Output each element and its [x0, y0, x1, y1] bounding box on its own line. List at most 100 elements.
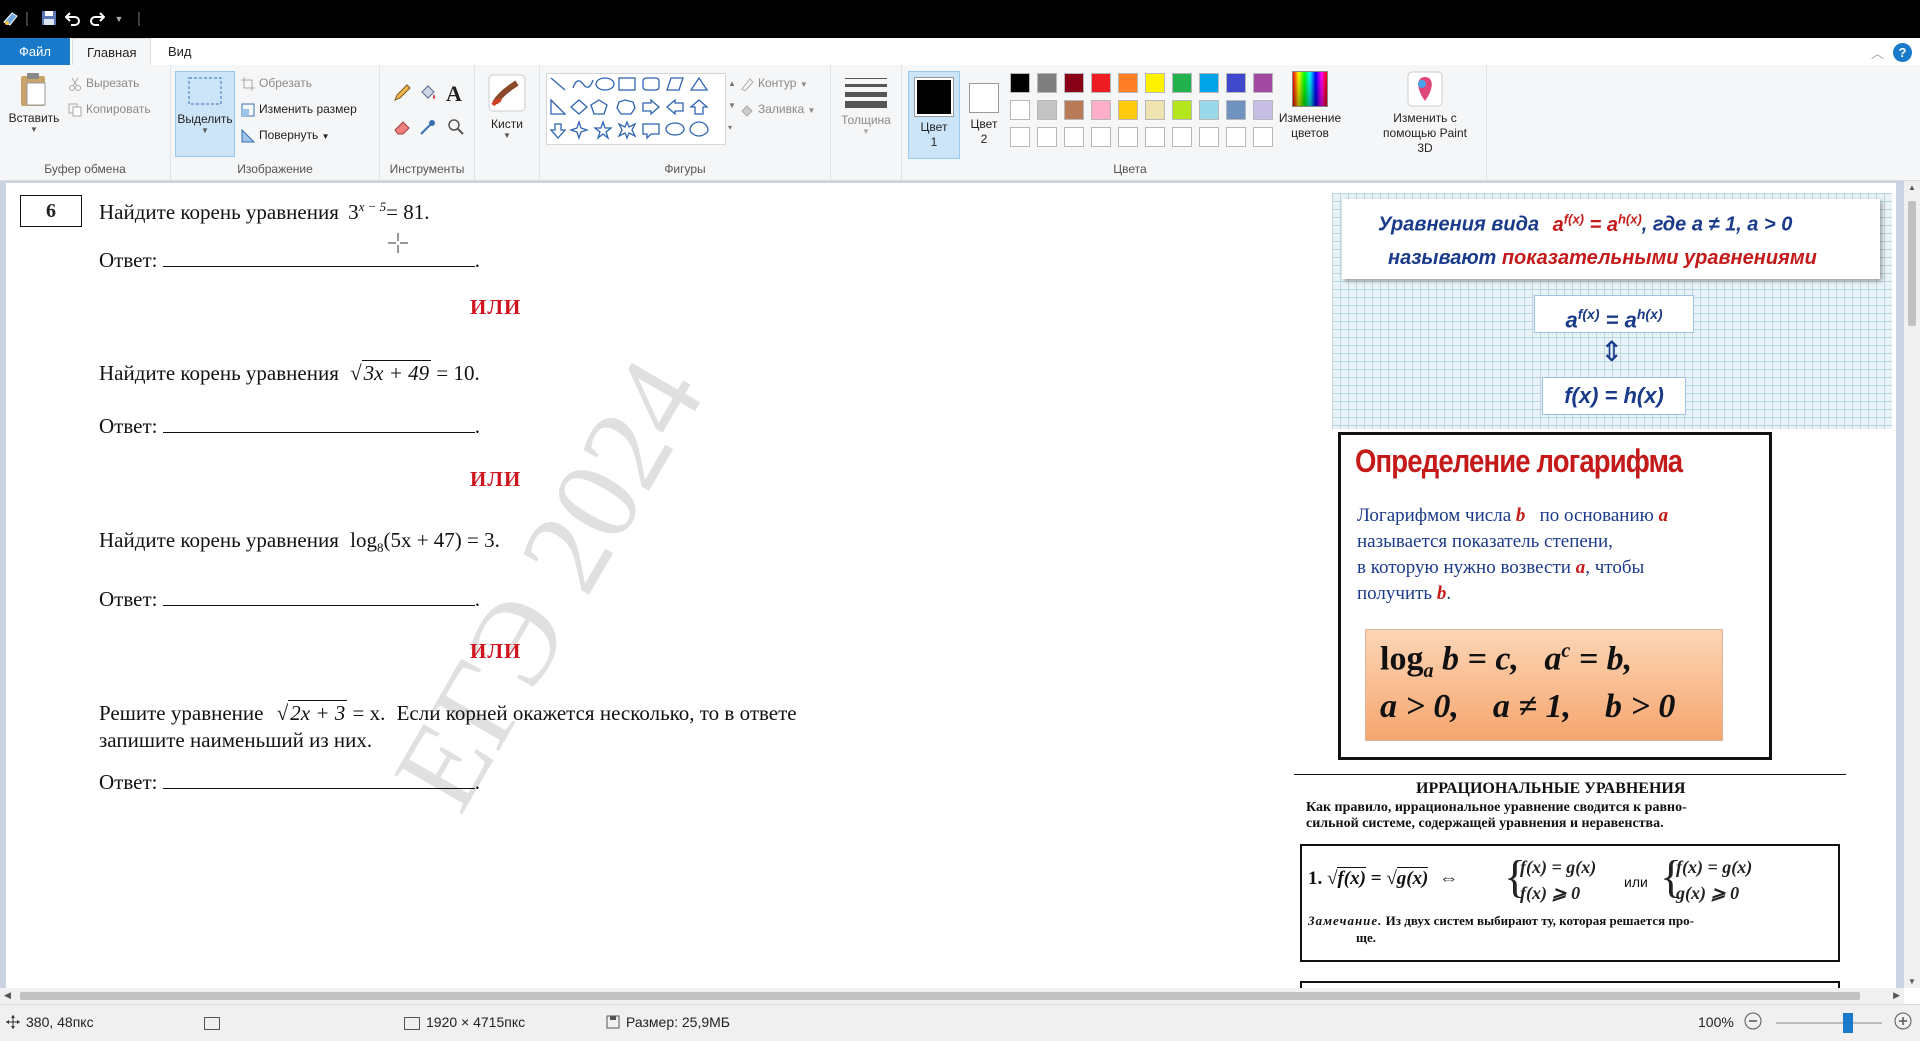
thickness-button[interactable]: Толщина ▼ — [837, 75, 895, 136]
redo-icon[interactable] — [88, 10, 106, 28]
logarithm-panel: Определение логарифма Логарифмом числа b… — [1338, 432, 1772, 760]
title-bar: | ▼ | — [0, 0, 1920, 38]
fill-bucket-icon[interactable] — [418, 83, 438, 106]
eraser-icon[interactable] — [392, 117, 412, 140]
paste-label: Вставить — [8, 111, 60, 125]
scroll-left-icon[interactable]: ◀ — [4, 990, 11, 1001]
shapes-gallery[interactable] — [546, 73, 726, 145]
tab-home[interactable]: Главная — [72, 38, 152, 66]
paint-app-icon[interactable] — [2, 10, 20, 28]
palette-swatch[interactable] — [1253, 100, 1273, 120]
color-picker-icon[interactable] — [418, 117, 438, 140]
selection-size — [204, 1014, 220, 1030]
palette-swatch[interactable] — [1199, 100, 1219, 120]
help-icon[interactable]: ? — [1893, 43, 1912, 62]
question-4: Решите уравнение √2x + 3 = x. Если корне… — [99, 700, 797, 725]
irrational-or: или — [1624, 874, 1648, 890]
scroll-up-icon[interactable]: ▲ — [1908, 183, 1916, 192]
palette-swatch[interactable] — [1091, 100, 1111, 120]
paint3d-button[interactable]: Изменить с помощью Paint 3D — [1368, 71, 1482, 156]
collapse-ribbon-icon[interactable]: ︿ — [1871, 43, 1884, 62]
color1-button[interactable]: Цвет 1 — [908, 71, 960, 159]
palette-swatch[interactable] — [1064, 73, 1084, 93]
scroll-right-icon[interactable]: ▶ — [1893, 990, 1900, 1001]
horizontal-scroll-thumb[interactable] — [20, 992, 1860, 1000]
palette-swatch[interactable] — [1037, 73, 1057, 93]
palette-swatch[interactable] — [1010, 100, 1030, 120]
exponential-title-line-2: называют показательными уравнениями — [1388, 247, 1817, 269]
palette-swatch[interactable] — [1091, 127, 1111, 147]
crop-button[interactable]: Обрезать — [241, 73, 312, 93]
quick-access-dropdown-icon[interactable]: ▼ — [114, 10, 124, 28]
palette-swatch[interactable] — [1172, 127, 1192, 147]
palette-swatch[interactable] — [1010, 73, 1030, 93]
palette-swatch[interactable] — [1253, 127, 1273, 147]
double-arrow-icon: ⇕ — [1600, 336, 1624, 367]
palette-swatch[interactable] — [1118, 100, 1138, 120]
scissors-icon — [68, 77, 82, 91]
pencil-icon[interactable] — [392, 83, 412, 106]
palette-swatch[interactable] — [1145, 127, 1165, 147]
palette-swatch[interactable] — [1064, 127, 1084, 147]
undo-icon[interactable] — [64, 10, 82, 28]
zoom-slider[interactable] — [1776, 1013, 1882, 1033]
save-icon[interactable] — [40, 10, 58, 28]
zoom-slider-thumb[interactable] — [1843, 1013, 1854, 1033]
logarithm-title: Определение логарифма — [1355, 443, 1683, 479]
palette-swatch[interactable] — [1199, 73, 1219, 93]
ribbon-tabs: Файл Главная Вид — [0, 38, 1920, 66]
vertical-scrollbar[interactable]: ▲ ▼ — [1904, 181, 1920, 988]
palette-swatch[interactable] — [1118, 73, 1138, 93]
answer-3: Ответ: . — [99, 587, 480, 611]
irrational-rule-box: 1. √f(x) = √g(x) ⇔ { f(x) = g(x) f(x) ⩾ 0… — [1300, 844, 1840, 962]
horizontal-scrollbar[interactable]: ◀ ▶ — [0, 988, 1904, 1004]
palette-swatch[interactable] — [1145, 100, 1165, 120]
select-button[interactable]: Выделить ▼ — [175, 71, 235, 157]
cut-button[interactable]: Вырезать — [68, 73, 139, 93]
magnifier-icon[interactable] — [446, 117, 466, 140]
palette-swatch[interactable] — [1253, 73, 1273, 93]
palette-swatch[interactable] — [1199, 127, 1219, 147]
paint3d-label: Изменить с помощью Paint 3D — [1383, 111, 1467, 155]
status-bar: 380, 48пкс 1920 × 4715пкс Размер: 25,9МБ… — [0, 1004, 1920, 1041]
palette-swatch[interactable] — [1226, 100, 1246, 120]
fill-button[interactable]: Заливка ▼ — [740, 99, 815, 119]
image-dimensions: 1920 × 4715пкс — [404, 1014, 525, 1030]
palette-swatch[interactable] — [1145, 73, 1165, 93]
or-label-3: ИЛИ — [470, 639, 522, 663]
palette-swatch[interactable] — [1118, 127, 1138, 147]
or-label-2: ИЛИ — [470, 467, 522, 491]
zoom-out-icon[interactable] — [1744, 1012, 1762, 1033]
copy-button[interactable]: Копировать — [68, 99, 151, 119]
palette-swatch[interactable] — [1064, 100, 1084, 120]
tab-file[interactable]: Файл — [0, 38, 70, 65]
image-size-icon — [404, 1016, 420, 1030]
palette-swatch[interactable] — [1091, 73, 1111, 93]
next-section-border — [1300, 981, 1840, 988]
brushes-label: Кисти — [491, 117, 523, 131]
vertical-scroll-thumb[interactable] — [1908, 201, 1916, 326]
question-2: Найдите корень уравнения √3x + 49 = 10. — [99, 360, 480, 385]
rotate-button[interactable]: Повернуть ▼ — [241, 125, 330, 145]
palette-swatch[interactable] — [1037, 127, 1057, 147]
exponential-title-box: Уравнения вида af(x) = ah(x), где a ≠ 1,… — [1342, 199, 1880, 279]
text-tool-icon[interactable]: A — [446, 81, 462, 107]
shapes-scroll-icon[interactable]: ▲ ▼ ▾ — [728, 73, 736, 139]
tools-group: A Инструменты — [380, 65, 475, 180]
palette-swatch[interactable] — [1172, 73, 1192, 93]
palette-swatch[interactable] — [1226, 127, 1246, 147]
color2-button[interactable]: Цвет 2 — [960, 71, 1008, 157]
scroll-down-icon[interactable]: ▼ — [1908, 977, 1916, 986]
palette-swatch[interactable] — [1226, 73, 1246, 93]
edit-colors-button[interactable]: Изменение цветов — [1272, 71, 1348, 141]
tab-view[interactable]: Вид — [154, 38, 206, 65]
brushes-button[interactable]: Кисти ▼ — [483, 73, 531, 140]
palette-swatch[interactable] — [1172, 100, 1192, 120]
outline-button[interactable]: Контур ▼ — [740, 73, 808, 93]
paste-button[interactable]: Вставить ▼ — [6, 71, 62, 134]
canvas-page[interactable]: ЕГЭ 2024 6 Найдите корень уравнения 3x −… — [6, 183, 1896, 988]
resize-button[interactable]: Изменить размер — [241, 99, 357, 119]
zoom-in-icon[interactable] — [1894, 1012, 1912, 1033]
palette-swatch[interactable] — [1010, 127, 1030, 147]
palette-swatch[interactable] — [1037, 100, 1057, 120]
